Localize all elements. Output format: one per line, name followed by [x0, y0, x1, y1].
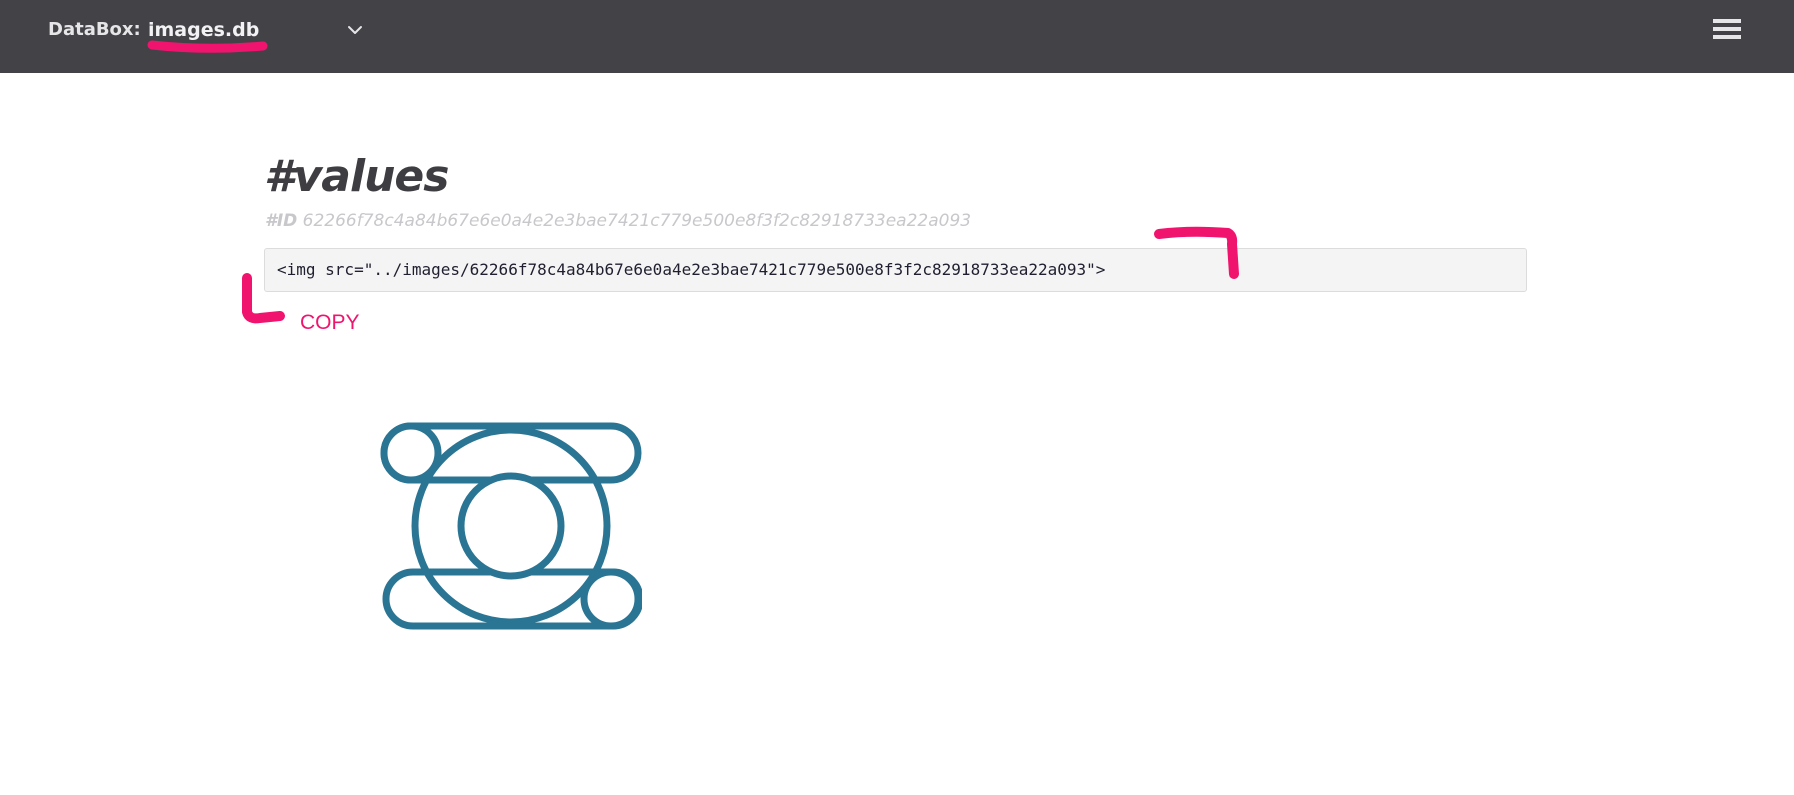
image-tag-snippet[interactable]: <img src="../images/62266f78c4a84b67e6e0… — [264, 248, 1527, 292]
image-tag-code[interactable]: <img src="../images/62266f78c4a84b67e6e0… — [277, 259, 1105, 281]
copy-button[interactable]: COPY — [300, 310, 360, 336]
hamburger-menu-icon[interactable] — [1713, 19, 1741, 39]
chevron-down-icon[interactable] — [346, 21, 364, 39]
highlight-bracket-left — [242, 273, 285, 324]
record-id: #ID 62266f78c4a84b67e6e0a4e2e3bae7421c77… — [265, 209, 971, 233]
top-bar: DataBox: images.db — [0, 0, 1794, 73]
image-preview — [380, 422, 642, 630]
highlight-underline — [147, 40, 268, 53]
record-id-label: #ID — [265, 211, 298, 231]
app-brand: DataBox: — [48, 19, 141, 40]
record-id-value: 62266f78c4a84b67e6e0a4e2e3bae7421c779e50… — [302, 211, 972, 231]
highlight-bracket-right — [1154, 226, 1239, 279]
page-title: #values — [264, 151, 449, 202]
